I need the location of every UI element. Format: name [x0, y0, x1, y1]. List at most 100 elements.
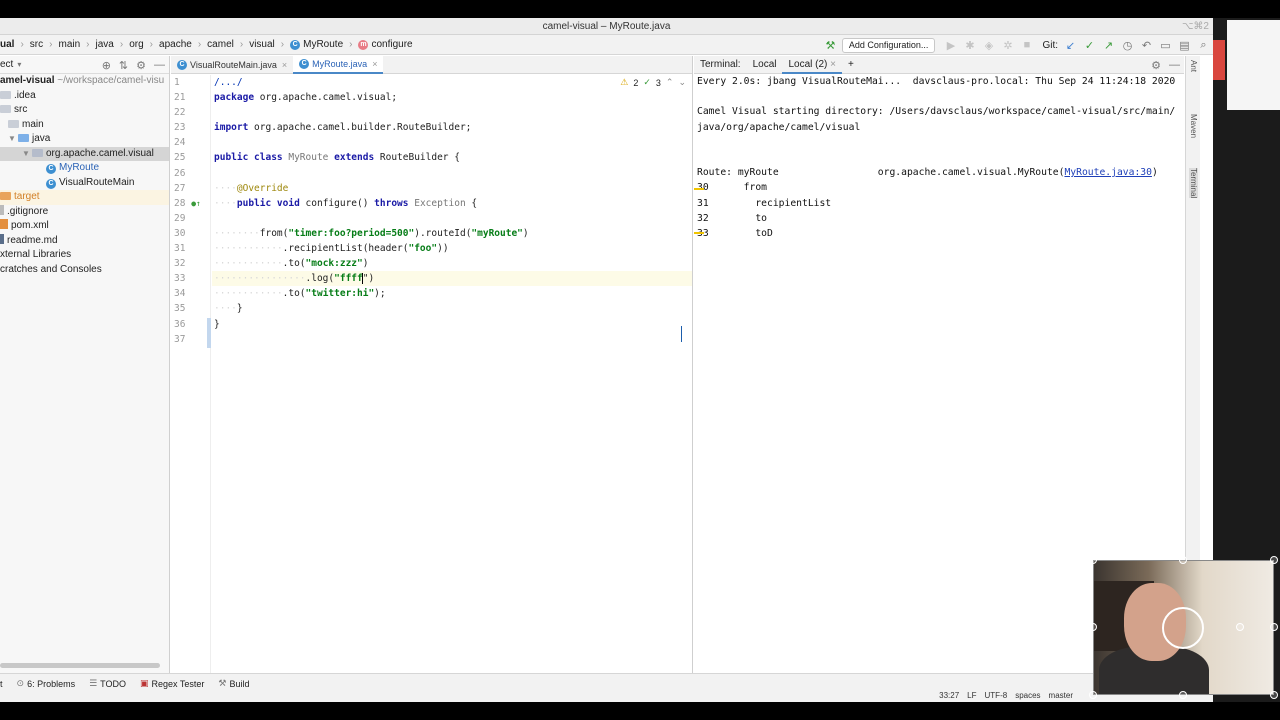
tree-item-main[interactable]: main	[0, 118, 169, 133]
resize-handle[interactable]	[1089, 623, 1097, 631]
tree-item-gitignore[interactable]: .gitignore	[0, 204, 169, 220]
resize-handle[interactable]	[1179, 691, 1187, 699]
tree-item-src[interactable]: src	[0, 103, 169, 118]
tool-window-todo[interactable]: ☰ TODO	[89, 678, 126, 689]
collapse-icon[interactable]: ⇅	[119, 59, 128, 72]
search-icon[interactable]: ⌕	[1194, 35, 1213, 55]
git-commit-icon[interactable]: ✓	[1080, 35, 1099, 55]
locate-icon[interactable]: ⊕	[102, 59, 111, 72]
breadcrumb-item[interactable]: src	[30, 39, 43, 50]
resize-handle[interactable]	[1270, 691, 1278, 699]
tree-item-package[interactable]: ▼ org.apache.camel.visual	[0, 146, 169, 162]
resize-handle[interactable]	[1270, 623, 1278, 631]
line-separator[interactable]: LF	[967, 691, 976, 700]
minimize-icon[interactable]: —	[154, 59, 165, 71]
terminal-tool-button[interactable]: Terminal	[1189, 168, 1198, 199]
chevron-down-icon[interactable]: ▼	[8, 132, 18, 147]
git-branch[interactable]: master	[1049, 691, 1073, 700]
change-marker[interactable]	[207, 318, 211, 348]
git-rollback-icon[interactable]: ↶	[1137, 35, 1156, 55]
run-icon[interactable]: ▶	[941, 35, 960, 55]
override-gutter-icon[interactable]: ●↑	[191, 199, 201, 208]
minimize-icon[interactable]: —	[1169, 59, 1180, 71]
tree-item-pom[interactable]: pom.xml	[0, 219, 169, 234]
build-hammer-icon[interactable]: ⚒	[821, 35, 840, 55]
code-token: )	[362, 258, 369, 270]
project-structure-icon[interactable]: ▭	[1156, 35, 1175, 55]
breadcrumb-item[interactable]: org	[129, 39, 143, 50]
breadcrumb-item[interactable]: main	[58, 39, 80, 50]
horizontal-scrollbar[interactable]	[0, 663, 160, 668]
stop-icon[interactable]: ■	[1017, 35, 1036, 55]
tree-item-visualroutemain[interactable]: C VisualRouteMain	[0, 176, 169, 191]
indent-setting[interactable]: spaces	[1015, 691, 1040, 700]
tree-item-readme[interactable]: readme.md	[0, 233, 169, 249]
add-tab-icon[interactable]: +	[842, 56, 860, 74]
gear-icon[interactable]: ⚙	[136, 59, 146, 72]
git-push-icon[interactable]: ↗	[1099, 35, 1118, 55]
tree-item-java[interactable]: ▼ java	[0, 132, 169, 147]
close-icon[interactable]: ×	[372, 59, 377, 69]
gear-icon[interactable]: ⚙	[1151, 59, 1161, 72]
tool-window-project[interactable]: t	[0, 679, 3, 689]
navigation-bar: ual › src › main › java › org › apache › camel…	[0, 35, 1213, 55]
resize-handle[interactable]	[1179, 556, 1187, 564]
project-panel-title[interactable]: ect	[0, 59, 13, 70]
resize-handle[interactable]	[1089, 691, 1097, 699]
tab-myroute[interactable]: C MyRoute.java ×	[293, 56, 384, 74]
background-window	[1227, 20, 1280, 110]
breadcrumb-item[interactable]: ual	[0, 39, 14, 50]
ant-tool-button[interactable]: Ant	[1189, 60, 1198, 72]
tree-item-target[interactable]: target	[0, 190, 169, 205]
breadcrumb-item[interactable]: apache	[159, 39, 192, 50]
tree-item-scratches[interactable]: cratches and Consoles	[0, 263, 169, 278]
tree-item-external-libraries[interactable]: xternal Libraries	[0, 248, 169, 263]
tab-local[interactable]: Local	[747, 56, 783, 74]
tab-local-2[interactable]: Local (2) ×	[782, 56, 843, 74]
tool-window-problems[interactable]: ⊙ 6: Problems	[17, 678, 76, 689]
folded-region[interactable]: /.../	[214, 77, 243, 88]
resize-handle[interactable]	[1270, 556, 1278, 564]
tool-window-regex-tester[interactable]: ▣ Regex Tester	[140, 678, 204, 689]
shortcut-hint: ⌥⌘2	[1181, 21, 1209, 32]
code-area[interactable]: /.../ package org.apache.camel.visual; i…	[212, 75, 692, 673]
chevron-down-icon[interactable]: ▼	[22, 147, 32, 162]
caret-position[interactable]: 33:27	[939, 691, 959, 700]
webcam-overlay[interactable]	[1093, 560, 1274, 695]
add-configuration-button[interactable]: Add Configuration...	[841, 37, 936, 53]
close-icon[interactable]: ×	[830, 59, 836, 70]
breadcrumb-item[interactable]: visual	[249, 39, 275, 50]
tree-item-myroute[interactable]: C MyRoute	[0, 161, 169, 176]
chevron-down-icon[interactable]: ▾	[17, 60, 21, 69]
breadcrumb-item[interactable]: camel	[207, 39, 234, 50]
webcam-rotate-handle[interactable]	[1162, 607, 1204, 649]
tab-label: MyRoute.java	[312, 59, 368, 69]
tree-item-label: cratches and Consoles	[0, 263, 102, 275]
git-history-icon[interactable]: ◷	[1118, 35, 1137, 55]
close-icon[interactable]: ×	[282, 60, 287, 70]
chevron-up-icon[interactable]: ⌃	[666, 77, 674, 88]
resize-handle[interactable]	[1236, 623, 1244, 631]
terminal-output[interactable]: Every 2.0s: jbang VisualRouteMai... davs…	[694, 74, 1184, 241]
breadcrumb-item[interactable]: MyRoute	[303, 39, 343, 50]
breadcrumb-item[interactable]: java	[96, 39, 114, 50]
resize-handle[interactable]	[1089, 556, 1097, 564]
tree-item-idea[interactable]: .idea	[0, 89, 169, 104]
open-folder-icon[interactable]: ▤	[1175, 35, 1194, 55]
code-token: package	[214, 92, 255, 104]
chevron-down-icon[interactable]: ⌄	[678, 77, 686, 88]
class-icon: C	[177, 60, 187, 70]
debug-icon[interactable]: ✱	[960, 35, 979, 55]
inspection-widget[interactable]: ⚠ 2 ✓ 3 ⌃ ⌄	[620, 77, 686, 88]
file-encoding[interactable]: UTF-8	[985, 691, 1008, 700]
tool-window-build[interactable]: ⚒ Build	[218, 678, 249, 689]
maven-tool-button[interactable]: Maven	[1189, 114, 1198, 138]
coverage-icon[interactable]: ◈	[979, 35, 998, 55]
breadcrumb-item[interactable]: configure	[371, 39, 412, 50]
tree-item-root[interactable]: amel-visual ~/workspace/camel-visu	[0, 74, 169, 89]
source-link[interactable]: MyRoute.java:30	[1064, 167, 1152, 178]
tab-visualroutemain[interactable]: C VisualRouteMain.java ×	[171, 56, 293, 74]
profile-icon[interactable]: ✲	[998, 35, 1017, 55]
git-update-icon[interactable]: ↙	[1061, 35, 1080, 55]
